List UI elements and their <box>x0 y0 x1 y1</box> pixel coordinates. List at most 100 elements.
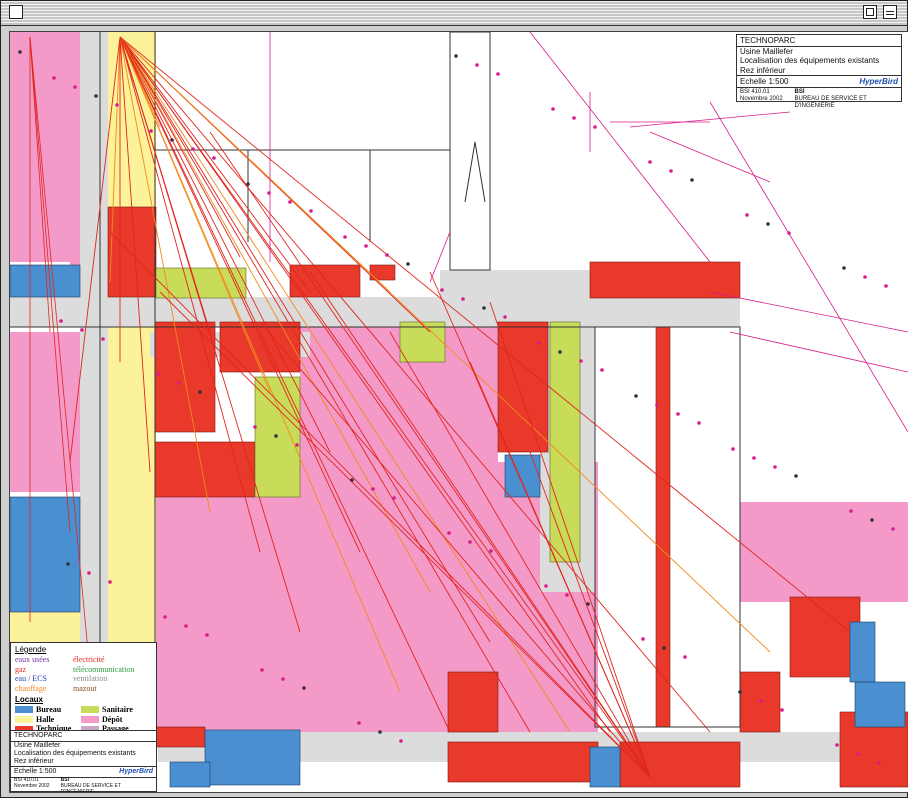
equipment-point <box>773 465 777 469</box>
equipment-point <box>350 478 354 482</box>
technique-room <box>369 264 396 281</box>
equipment-point <box>267 191 271 195</box>
technique-room <box>289 264 361 298</box>
equipment-point <box>870 518 874 522</box>
wall <box>449 32 491 271</box>
window-title-bar[interactable] <box>1 1 907 26</box>
legend-network-entry: mazout <box>73 683 97 693</box>
title-date: Novembre 2002 <box>740 95 783 102</box>
title-site: Usine Maillefer <box>740 47 793 57</box>
equipment-point <box>73 85 77 89</box>
collapse-box-icon[interactable] <box>883 5 897 19</box>
title-level: Rez inférieur <box>14 758 54 766</box>
legend-rooms-title: Locaux <box>15 695 44 704</box>
equipment-point <box>863 275 867 279</box>
legend-room-label: Halle <box>36 714 55 724</box>
title-project: TECHNOPARC <box>737 35 901 48</box>
equipment-point <box>184 624 188 628</box>
wall <box>464 141 486 203</box>
equipment-point <box>676 412 680 416</box>
equipment-point <box>662 646 666 650</box>
equipment-point <box>794 474 798 478</box>
equipment-point <box>745 213 749 217</box>
equipment-point <box>766 222 770 226</box>
equipment-point <box>274 434 278 438</box>
legend-network-entry: chauffage <box>15 683 47 693</box>
equipment-point <box>364 244 368 248</box>
technique-room <box>154 321 216 433</box>
equipment-point <box>87 571 91 575</box>
equipment-point <box>205 633 209 637</box>
close-box-icon[interactable] <box>9 5 23 19</box>
technique-room <box>589 261 741 299</box>
equipment-point <box>198 390 202 394</box>
bureau-room <box>10 264 81 298</box>
equipment-point <box>302 686 306 690</box>
equipment-point <box>357 721 361 725</box>
equipment-point <box>94 94 98 98</box>
depot-room <box>300 322 450 732</box>
title-level: Rez inférieur <box>740 65 786 75</box>
title-block-bottom: TECHNOPARC Usine Maillefer Localisation … <box>10 730 157 792</box>
equipment-point <box>697 421 701 425</box>
title-scale: Echelle 1:500 <box>740 76 789 86</box>
equipment-point <box>191 147 195 151</box>
title-drawing-no: BSI 410.01 <box>740 88 770 95</box>
legend-network-entry: télécommunication <box>73 664 135 674</box>
legend-network-entry: électricité <box>73 655 105 664</box>
equipment-point <box>849 509 853 513</box>
bureau-room <box>169 761 211 788</box>
bureau-room <box>504 454 541 498</box>
hyperbird-logo: HyperBird <box>859 76 898 86</box>
equipment-point <box>551 107 555 111</box>
equipment-point <box>641 637 645 641</box>
legend-swatch <box>81 715 99 723</box>
equipment-point <box>787 231 791 235</box>
bureau-room <box>854 681 906 728</box>
firm-name: BUREAU DE SERVICE ET D'INGENIERIE <box>794 95 867 109</box>
equipment-point <box>288 200 292 204</box>
equipment-point <box>600 368 604 372</box>
equipment-point <box>461 297 465 301</box>
title-date: Novembre 2002 <box>14 782 50 789</box>
network-line <box>529 32 711 263</box>
legend-room-entry: Halle <box>15 715 71 725</box>
technique-room <box>447 671 499 733</box>
equipment-point <box>482 306 486 310</box>
title-subject: Localisation des équipements existants <box>14 750 136 758</box>
equipment-point <box>454 54 458 58</box>
bureau-room <box>10 496 81 613</box>
technique-room <box>497 321 549 453</box>
title-subject: Localisation des équipements existants <box>740 56 880 66</box>
equipment-point <box>759 699 763 703</box>
equipment-point <box>66 562 70 566</box>
legend-swatch <box>15 715 33 723</box>
equipment-point <box>156 372 160 376</box>
technique-room <box>154 441 256 498</box>
depot-room <box>740 502 908 602</box>
equipment-point <box>537 341 541 345</box>
equipment-point <box>385 253 389 257</box>
zoom-box-icon[interactable] <box>863 5 877 19</box>
sanitaire-room <box>254 376 301 498</box>
equipment-point <box>648 160 652 164</box>
legend-swatch <box>15 706 33 714</box>
legend-room-label: Dépôt <box>102 714 123 724</box>
equipment-point <box>842 266 846 270</box>
equipment-point <box>579 359 583 363</box>
equipment-point <box>115 103 119 107</box>
equipment-point <box>212 156 216 160</box>
technique-room <box>655 326 671 728</box>
title-site: Usine Maillefer <box>14 742 61 750</box>
title-project: TECHNOPARC <box>11 731 156 743</box>
equipment-point <box>177 381 181 385</box>
equipment-point <box>565 593 569 597</box>
map-legend: Légende eaux usées gaz eau / ECS chauffage … <box>10 642 157 733</box>
legend-room-label: Sanitaire <box>102 705 133 714</box>
legend-room-label: Bureau <box>36 705 62 714</box>
equipment-point <box>669 169 673 173</box>
equipment-point <box>260 668 264 672</box>
passage <box>80 32 108 732</box>
equipment-point <box>170 138 174 142</box>
equipment-point <box>59 319 63 323</box>
